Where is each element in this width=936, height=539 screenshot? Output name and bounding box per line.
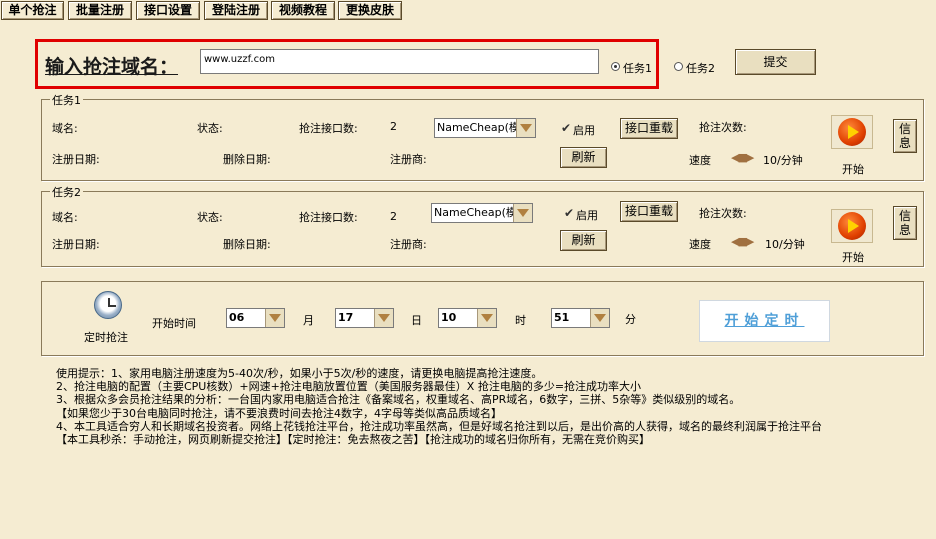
task1-del-date-label: 删除日期: — [223, 153, 271, 166]
task1-speed-label: 速度 — [689, 154, 711, 167]
domain-entry-label: 输入抢注域名： — [45, 56, 179, 78]
task1-start-button[interactable] — [831, 115, 873, 149]
task2-speed-label: 速度 — [689, 238, 711, 251]
task2-registrar-combo[interactable]: NameCheap(模拟 — [431, 203, 533, 223]
minute-select-value: 51 — [554, 311, 570, 324]
tip-line: 【本工具秒杀：手动抢注，网页刷新提交抢注】【定时抢注：免去熬夜之苦】【抢注成功的… — [56, 433, 650, 447]
hour-select-value: 10 — [441, 311, 457, 324]
start-time-label: 开始时间 — [152, 317, 196, 330]
day-select-value: 17 — [338, 311, 354, 324]
task2-title: 任务2 — [50, 184, 83, 200]
login-register-button[interactable]: 登陆注册 — [204, 1, 268, 20]
timer-icon-label: 定时抢注 — [84, 331, 128, 344]
task1-info-button[interactable]: 信息 — [893, 119, 917, 153]
task1-api-count: 2 — [390, 120, 397, 133]
task1-domain-label: 域名: — [52, 122, 78, 135]
task2-start-button[interactable] — [831, 209, 873, 243]
task1-start-label: 开始 — [842, 163, 864, 176]
task2-info-button[interactable]: 信息 — [893, 206, 917, 240]
domain-input[interactable]: www.uzzf.com — [200, 49, 599, 74]
task2-registrar-label: 注册商: — [390, 238, 427, 251]
chevron-down-icon[interactable] — [516, 119, 535, 137]
task2-del-date-label: 删除日期: — [223, 238, 271, 251]
day-unit: 日 — [411, 314, 422, 327]
task1-radio-label[interactable]: 任务1 — [623, 60, 652, 76]
day-select[interactable]: 17 — [335, 308, 394, 328]
task1-reg-date-label: 注册日期: — [52, 153, 100, 166]
play-icon — [838, 212, 866, 240]
task2-status-label: 状态: — [197, 211, 223, 224]
task1-enable-label[interactable]: 启用 — [573, 122, 595, 138]
api-settings-button[interactable]: 接口设置 — [136, 1, 200, 20]
task2-refresh-button[interactable]: 刷新 — [560, 230, 607, 251]
task2-grab-count-label: 抢注次数: — [699, 207, 747, 220]
task2-api-count: 2 — [390, 210, 397, 223]
check-icon[interactable]: ✔ — [561, 121, 571, 135]
task1-radio[interactable] — [611, 62, 620, 71]
speed-arrows-icon[interactable]: ◀■▶ — [731, 235, 754, 248]
hour-unit: 时 — [515, 314, 526, 327]
tip-line: 4、本工具适合穷人和长期域名投资者。网络上花钱抢注平台，抢注成功率虽然高，但是好… — [56, 419, 822, 433]
chevron-down-icon[interactable] — [374, 309, 393, 327]
start-timer-button[interactable]: 开始定时 — [699, 300, 830, 342]
check-icon[interactable]: ✔ — [564, 206, 574, 220]
hour-select[interactable]: 10 — [438, 308, 497, 328]
month-select-value: 06 — [229, 311, 245, 324]
task1-title: 任务1 — [50, 92, 83, 108]
task1-group: 任务1 — [41, 92, 924, 181]
tip-line: 【如果您少于30台电脑同时抢注，请不要浪费时间去抢注4数字，4字母等类似高品质域… — [56, 406, 502, 420]
single-grab-button[interactable]: 单个抢注 — [1, 1, 64, 20]
month-unit: 月 — [303, 314, 314, 327]
month-select[interactable]: 06 — [226, 308, 285, 328]
task2-domain-label: 域名: — [52, 211, 78, 224]
tip-line: 2、抢注电脑的配置（主要CPU核数）+网速+抢注电脑放置位置（美国服务器最佳）X… — [56, 380, 642, 394]
task2-speed-value: 10/分钟 — [765, 238, 805, 251]
task1-grab-count-label: 抢注次数: — [699, 121, 747, 134]
task1-api-count-label: 抢注接口数: — [299, 122, 358, 135]
chevron-down-icon[interactable] — [477, 309, 496, 327]
task1-speed-value: 10/分钟 — [763, 154, 803, 167]
task2-api-count-label: 抢注接口数: — [299, 211, 358, 224]
change-skin-button[interactable]: 更换皮肤 — [338, 1, 402, 20]
task1-registrar-combo[interactable]: NameCheap(模拟 — [434, 118, 536, 138]
play-icon — [838, 118, 866, 146]
task2-reload-api-button[interactable]: 接口重载 — [620, 201, 678, 222]
chevron-down-icon[interactable] — [590, 309, 609, 327]
usage-tips: 使用提示：1、家用电脑注册速度为5-40次/秒，如果小于5次/秒的速度，请更换电… — [56, 367, 822, 446]
tip-line: 3、根据众多会员抢注结果的分析：一台国内家用电脑适合抢注《备案域名，权重域名、高… — [56, 393, 741, 407]
task2-enable-label[interactable]: 启用 — [576, 207, 598, 223]
video-tutorial-button[interactable]: 视频教程 — [271, 1, 335, 20]
speed-arrows-icon[interactable]: ◀■▶ — [731, 151, 754, 164]
batch-register-button[interactable]: 批量注册 — [68, 1, 132, 20]
task2-radio[interactable] — [674, 62, 683, 71]
task1-reload-api-button[interactable]: 接口重载 — [620, 118, 678, 139]
minute-select[interactable]: 51 — [551, 308, 610, 328]
chevron-down-icon[interactable] — [265, 309, 284, 327]
tip-line: 使用提示：1、家用电脑注册速度为5-40次/秒，如果小于5次/秒的速度，请更换电… — [56, 367, 543, 380]
task1-status-label: 状态: — [197, 122, 223, 135]
submit-button[interactable]: 提交 — [735, 49, 816, 75]
clock-icon[interactable] — [94, 291, 122, 319]
task1-refresh-button[interactable]: 刷新 — [560, 147, 607, 168]
task1-registrar-label: 注册商: — [390, 153, 427, 166]
task2-start-label: 开始 — [842, 251, 864, 264]
chevron-down-icon[interactable] — [513, 204, 532, 222]
task2-reg-date-label: 注册日期: — [52, 238, 100, 251]
task2-radio-label[interactable]: 任务2 — [686, 60, 715, 76]
minute-unit: 分 — [625, 313, 636, 326]
